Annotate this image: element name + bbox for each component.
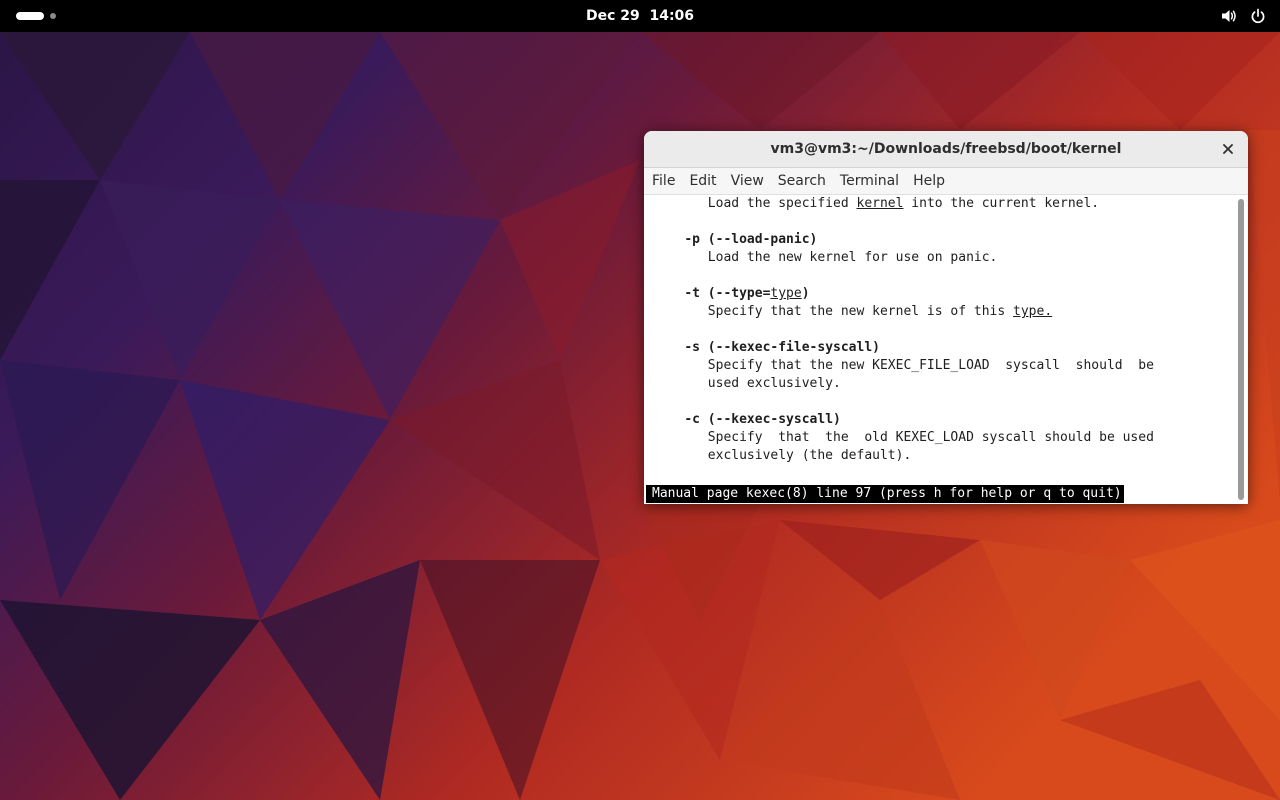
- scrollbar-thumb[interactable]: [1238, 199, 1244, 500]
- terminal-text: Specify that the new kernel is of this: [653, 304, 1014, 319]
- terminal-line: used exclusively.: [653, 375, 1233, 393]
- menu-help[interactable]: Help: [906, 168, 952, 194]
- window-title: vm3@vm3:~/Downloads/freebsd/boot/kernel: [770, 141, 1122, 157]
- terminal-line: Load the new kernel for use on panic.: [653, 249, 1233, 267]
- option-heading: -s (--kexec-file-syscall): [684, 340, 880, 355]
- terminal-text: Load the specified: [653, 196, 857, 211]
- workspace-inactive-indicator: [50, 13, 56, 19]
- terminal-line: -c (--kexec-syscall): [653, 411, 1233, 429]
- terminal-line: Specify that the new KEXEC_FILE_LOAD sys…: [653, 357, 1233, 375]
- menu-file[interactable]: File: [644, 168, 682, 194]
- option-heading: ): [801, 286, 810, 301]
- terminal-line: -s (--kexec-file-syscall): [653, 339, 1233, 357]
- menu-view[interactable]: View: [724, 168, 771, 194]
- terminal-text: Load the new kernel for use on panic.: [653, 250, 998, 265]
- option-heading: -c (--kexec-syscall): [684, 412, 841, 427]
- terminal-text: Specify that the old KEXEC_LOAD syscall …: [653, 430, 1154, 445]
- system-tray[interactable]: [1220, 6, 1266, 26]
- terminal-line: Load the specified kernel into the curre…: [653, 195, 1233, 213]
- terminal-text-underlined: kernel: [856, 196, 904, 211]
- terminal-text: exclusively (the default).: [653, 448, 912, 463]
- window-titlebar[interactable]: vm3@vm3:~/Downloads/freebsd/boot/kernel: [644, 131, 1248, 168]
- terminal-line: Specify that the old KEXEC_LOAD syscall …: [653, 429, 1233, 447]
- option-heading: -p (--load-panic): [684, 232, 818, 247]
- volume-icon: [1220, 7, 1238, 25]
- terminal-line: exclusively (the default).: [653, 447, 1233, 465]
- terminal-output[interactable]: Load the specified kernel into the curre…: [644, 195, 1234, 504]
- terminal-text-underlined: type: [770, 286, 802, 301]
- terminal-window[interactable]: vm3@vm3:~/Downloads/freebsd/boot/kernel …: [644, 131, 1248, 504]
- close-icon: [1223, 144, 1233, 154]
- terminal-text: Specify that the new KEXEC_FILE_LOAD sys…: [653, 358, 1154, 373]
- menu-search[interactable]: Search: [771, 168, 833, 194]
- menu-terminal[interactable]: Terminal: [833, 168, 906, 194]
- close-button[interactable]: [1216, 137, 1240, 161]
- terminal-text: used exclusively.: [653, 376, 841, 391]
- terminal-line: -p (--load-panic): [653, 231, 1233, 249]
- terminal-text-underlined: type.: [1013, 304, 1053, 319]
- activities-button[interactable]: [12, 8, 60, 24]
- option-heading: -t (--type=: [684, 286, 771, 301]
- vertical-scrollbar[interactable]: [1234, 195, 1248, 504]
- terminal-line: Specify that the new kernel is of this t…: [653, 303, 1233, 321]
- menu-edit[interactable]: Edit: [682, 168, 723, 194]
- workspace-active-indicator: [16, 12, 44, 20]
- menu-bar: File Edit View Search Terminal Help: [644, 168, 1248, 195]
- power-icon: [1250, 8, 1266, 24]
- terminal-text: into the current kernel.: [903, 196, 1100, 211]
- terminal-line: -t (--type=type): [653, 285, 1233, 303]
- pager-status-line: Manual page kexec(8) line 97 (press h fo…: [646, 485, 1124, 503]
- top-bar: Dec 29 14:06: [0, 0, 1280, 32]
- clock[interactable]: Dec 29 14:06: [583, 4, 697, 28]
